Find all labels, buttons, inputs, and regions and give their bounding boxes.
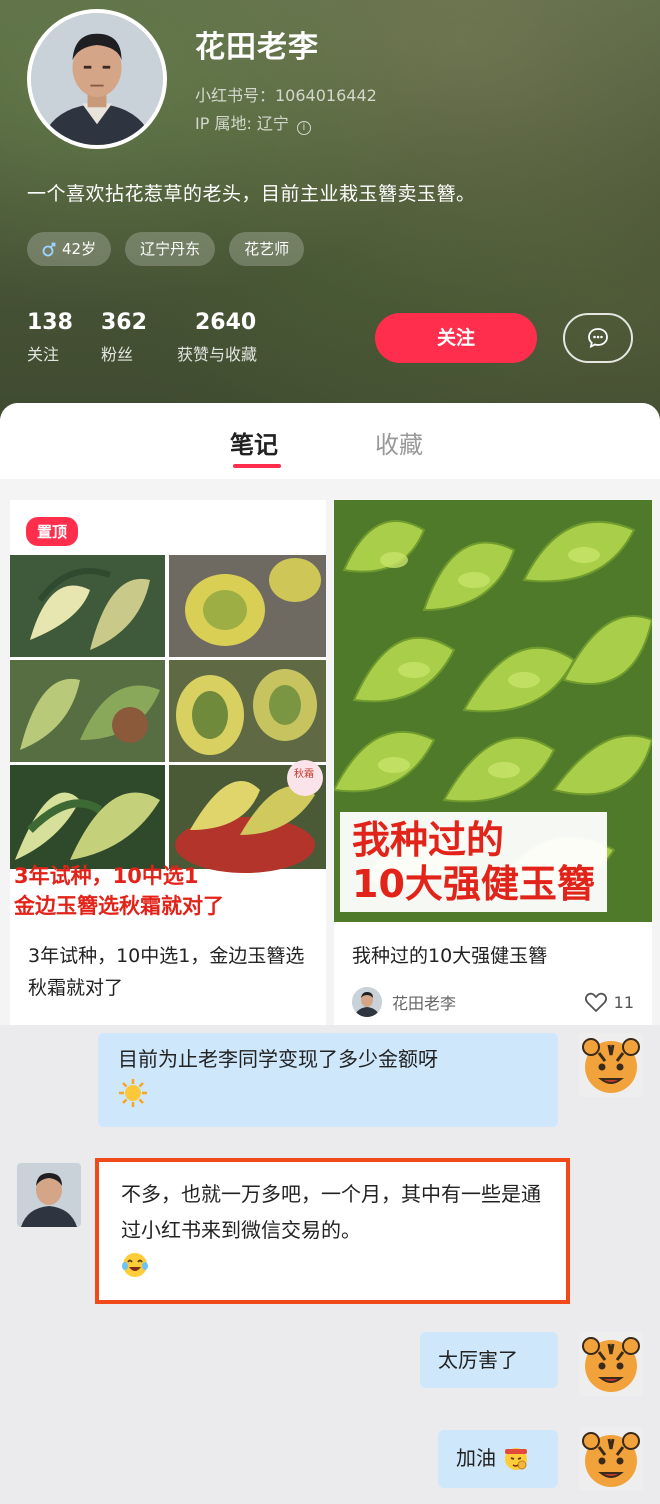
highlighted-message: 不多，也就一万多吧，一个月，其中有一些是通过小红书来到微信交易的。	[95, 1158, 570, 1304]
chat-message-sent: 加油	[438, 1430, 558, 1488]
tag-location: 辽宁丹东	[125, 232, 216, 266]
message-text: 太厉害了	[438, 1348, 518, 1372]
note-cover-image: 置顶 秋霜 3年试种，10中选1 金边玉簪选秋霜就对了	[10, 500, 326, 922]
hosta-collage-image	[10, 500, 326, 922]
notes-panel: 笔记 收藏 置顶 秋霜 3年试种，10中选1 金边玉簪选秋霜就对了 3年试种，1…	[0, 403, 660, 1025]
tiger-avatar[interactable]	[579, 1332, 643, 1396]
cover-overlay-line: 我种过的	[352, 818, 505, 862]
ip-label: IP 属地: 辽宁	[195, 114, 289, 133]
pinned-badge: 置顶	[26, 517, 79, 546]
tiger-icon	[579, 1332, 643, 1396]
sender-avatar[interactable]	[17, 1163, 81, 1227]
message-text: 目前为止老李同学变现了多少金额呀	[118, 1047, 438, 1071]
note-card[interactable]: 我种过的 10大强健玉簪 我种过的10大强健玉簪 花田老李 11	[334, 500, 652, 1025]
heart-icon	[584, 992, 607, 1013]
chat-message-sent: 太厉害了	[420, 1332, 558, 1388]
author-name[interactable]: 花田老李	[392, 990, 456, 1014]
chat-bubble-icon	[588, 328, 608, 349]
stat-value: 2640	[195, 310, 257, 335]
man-portrait-icon	[352, 987, 382, 1017]
tag-profession: 花艺师	[229, 232, 305, 266]
tag-label: 辽宁丹东	[140, 240, 201, 258]
profile-bio: 一个喜欢拈花惹草的老头，目前主业栽玉簪卖玉簪。	[27, 183, 476, 205]
info-icon[interactable]: i	[296, 121, 311, 135]
laugh-cry-emoji-icon	[122, 1253, 148, 1277]
note-cover-image: 我种过的 10大强健玉簪	[334, 500, 652, 922]
chat-message-received: 不多，也就一万多吧，一个月，其中有一些是通过小红书来到微信交易的。	[99, 1162, 566, 1298]
chat-screenshot: 目前为止老李同学变现了多少金额呀 不多，也就一万多吧，一个月，其中有一些是通过小…	[0, 1025, 660, 1504]
profile-id: 小红书号：1064016442	[195, 86, 377, 105]
stat-value: 362	[101, 310, 147, 335]
cover-overlay-line: 10大强健玉簪	[352, 862, 595, 906]
stat-likes-collects[interactable]: 2640 获赞与收藏	[177, 310, 257, 365]
stat-label: 关注	[27, 345, 60, 364]
fighting-emoji-icon	[505, 1448, 528, 1470]
profile-name: 花田老李	[195, 30, 319, 65]
profile-avatar[interactable]	[27, 9, 167, 149]
like-button[interactable]: 11	[584, 991, 634, 1013]
tab-notes[interactable]: 笔记	[230, 425, 278, 460]
profile-header: 花田老李 小红书号：1064016442 IP 属地: 辽宁 i 一个喜欢拈花惹草…	[0, 0, 660, 430]
tiger-avatar[interactable]	[579, 1033, 643, 1097]
tiger-icon	[579, 1033, 643, 1097]
variety-label: 秋霜	[294, 769, 314, 780]
tag-label: 花艺师	[244, 240, 290, 258]
gender-male-icon	[42, 242, 56, 257]
note-card[interactable]: 置顶 秋霜 3年试种，10中选1 金边玉簪选秋霜就对了 3年试种，10中选1，金…	[10, 500, 326, 1025]
stat-value: 138	[27, 310, 73, 335]
tiger-avatar[interactable]	[579, 1427, 643, 1491]
active-tab-indicator	[233, 464, 281, 468]
stat-followers[interactable]: 362 粉丝	[101, 310, 147, 365]
tab-collections[interactable]: 收藏	[375, 425, 423, 460]
stat-label: 粉丝	[101, 345, 134, 364]
stat-following[interactable]: 138 关注	[27, 310, 73, 365]
profile-tags: 42岁 辽宁丹东 花艺师	[27, 232, 305, 266]
profile-ip-location: IP 属地: 辽宁 i	[195, 110, 311, 135]
note-title: 3年试种，10中选1，金边玉簪选秋霜就对了	[28, 945, 305, 999]
sun-emoji-icon	[119, 1079, 147, 1107]
man-portrait-icon	[31, 13, 163, 145]
author-avatar[interactable]	[352, 987, 382, 1017]
message-text: 不多，也就一万多吧，一个月，其中有一些是通过小红书来到微信交易的。	[121, 1182, 541, 1242]
message-button[interactable]	[563, 313, 633, 363]
tag-age: 42岁	[27, 232, 112, 266]
follow-button[interactable]: 关注	[375, 313, 537, 363]
tag-label: 42岁	[62, 240, 97, 258]
note-title: 我种过的10大强健玉簪	[352, 945, 548, 967]
note-footer: 花田老李 11	[352, 986, 634, 1018]
tiger-icon	[579, 1427, 643, 1491]
cover-caption-line: 3年试种，10中选1	[14, 864, 199, 888]
like-count: 11	[613, 992, 634, 1012]
chat-message-sent: 目前为止老李同学变现了多少金额呀	[98, 1033, 558, 1127]
tab-bar: 笔记 收藏	[0, 403, 660, 479]
man-portrait-icon	[17, 1163, 81, 1227]
cover-overlay-text: 我种过的 10大强健玉簪	[340, 812, 607, 912]
stat-label: 获赞与收藏	[177, 345, 258, 364]
message-text: 加油	[456, 1446, 496, 1470]
cover-caption-line: 金边玉簪选秋霜就对了	[14, 894, 224, 918]
